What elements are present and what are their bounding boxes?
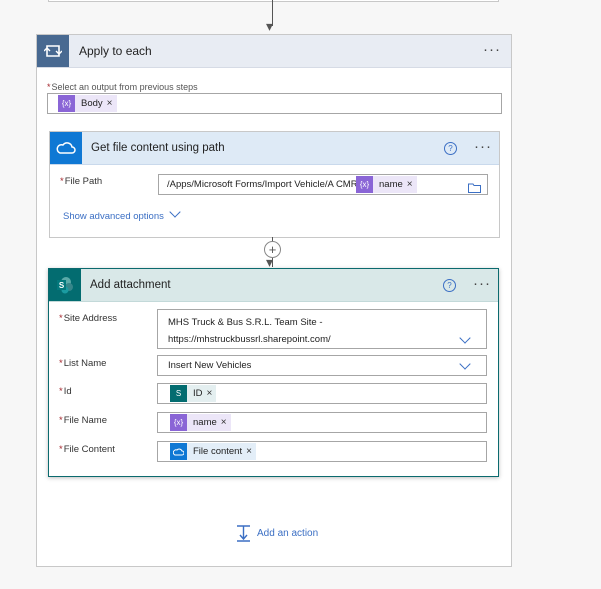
help-icon[interactable]: ? bbox=[444, 142, 457, 155]
select-output-label: *Select an output from previous steps bbox=[47, 82, 198, 92]
site-address-line1: MHS Truck & Bus S.R.L. Team Site - bbox=[168, 317, 323, 328]
list-name-label: *List Name bbox=[59, 358, 106, 369]
expression-token-icon: {x} bbox=[58, 95, 75, 112]
file-name-label-text: File Name bbox=[63, 415, 107, 426]
file-path-text: /Apps/Microsoft Forms/Import Vehicle/A C… bbox=[167, 179, 361, 190]
site-address-label: *Site Address bbox=[59, 313, 117, 324]
add-an-action-label: Add an action bbox=[257, 528, 319, 539]
file-content-label: *File Content bbox=[59, 444, 115, 455]
site-address-line2: https://mhstruckbussrl.sharepoint.com/ bbox=[168, 334, 331, 345]
id-token-label: ID bbox=[187, 385, 207, 402]
file-content-label-text: File Content bbox=[63, 444, 115, 455]
name-token[interactable]: {x} name × bbox=[356, 176, 417, 193]
site-address-dropdown[interactable]: MHS Truck & Bus S.R.L. Team Site - https… bbox=[157, 309, 487, 349]
required-marker: * bbox=[59, 358, 63, 369]
onedrive-icon bbox=[50, 132, 82, 164]
id-label: *Id bbox=[59, 386, 72, 397]
file-content-field[interactable]: File content × bbox=[157, 441, 487, 462]
apply-to-each-title: Apply to each bbox=[79, 44, 152, 58]
body-token[interactable]: {x} Body × bbox=[58, 95, 117, 112]
required-marker: * bbox=[47, 82, 51, 92]
required-marker: * bbox=[59, 313, 63, 324]
get-file-content-title: Get file content using path bbox=[91, 142, 225, 154]
file-path-field[interactable]: /Apps/Microsoft Forms/Import Vehicle/A C… bbox=[158, 174, 488, 195]
get-file-content-header[interactable]: Get file content using path ? ··· bbox=[50, 132, 499, 165]
chevron-down-icon[interactable] bbox=[459, 332, 471, 344]
loop-more-options-icon[interactable]: ··· bbox=[483, 42, 501, 57]
body-token-label: Body bbox=[75, 95, 107, 112]
list-name-dropdown[interactable]: Insert New Vehicles bbox=[157, 355, 487, 376]
remove-token-icon[interactable]: × bbox=[206, 385, 217, 402]
file-name-label: *File Name bbox=[59, 415, 107, 426]
chevron-down-icon[interactable] bbox=[459, 358, 471, 370]
add-attachment-card: S Add attachment ? ··· *Site Address MHS… bbox=[48, 268, 499, 477]
connector-arrow-icon: ▾ bbox=[266, 254, 274, 270]
sharepoint-token-icon: S bbox=[170, 385, 187, 402]
file-name-token[interactable]: {x} name × bbox=[170, 414, 231, 431]
id-field[interactable]: S ID × bbox=[157, 383, 487, 404]
add-action-icon bbox=[236, 525, 251, 547]
file-path-label: *File Path bbox=[60, 176, 102, 187]
name-token-label: name bbox=[373, 176, 407, 193]
expression-token-icon: {x} bbox=[170, 414, 187, 431]
id-label-text: Id bbox=[63, 386, 72, 397]
remove-token-icon[interactable]: × bbox=[406, 176, 417, 193]
show-advanced-options-text: Show advanced options bbox=[63, 211, 164, 222]
add-attachment-more-options-icon[interactable]: ··· bbox=[473, 276, 491, 291]
list-name-label-text: List Name bbox=[63, 358, 107, 369]
add-attachment-header[interactable]: S Add attachment ? ··· bbox=[49, 269, 498, 302]
required-marker: * bbox=[60, 176, 64, 187]
required-marker: * bbox=[59, 386, 63, 397]
file-name-field[interactable]: {x} name × bbox=[157, 412, 487, 433]
folder-picker-icon[interactable] bbox=[468, 180, 481, 198]
get-file-content-card: Get file content using path ? ··· *File … bbox=[49, 131, 500, 238]
file-path-label-text: File Path bbox=[64, 176, 103, 187]
file-name-token-label: name bbox=[187, 414, 221, 431]
file-content-token-label: File content bbox=[187, 443, 247, 460]
id-token[interactable]: S ID × bbox=[170, 385, 217, 402]
remove-token-icon[interactable]: × bbox=[246, 443, 256, 460]
apply-to-each-header[interactable]: Apply to each ··· bbox=[37, 35, 511, 68]
loop-icon bbox=[37, 35, 69, 67]
remove-token-icon[interactable]: × bbox=[106, 95, 117, 112]
connector-arrow-icon: ▾ bbox=[266, 18, 274, 34]
required-marker: * bbox=[59, 444, 63, 455]
site-address-label-text: Site Address bbox=[63, 313, 118, 324]
list-name-value: Insert New Vehicles bbox=[168, 360, 252, 371]
file-content-token[interactable]: File content × bbox=[170, 443, 256, 460]
add-attachment-title: Add attachment bbox=[90, 279, 171, 291]
select-output-field[interactable]: {x} Body × bbox=[47, 93, 502, 114]
onedrive-token-icon bbox=[170, 443, 187, 460]
previous-step-card[interactable] bbox=[48, 0, 499, 2]
remove-token-icon[interactable]: × bbox=[220, 414, 231, 431]
help-icon[interactable]: ? bbox=[443, 279, 456, 292]
svg-text:S: S bbox=[59, 281, 65, 290]
chevron-down-icon bbox=[168, 206, 181, 218]
required-marker: * bbox=[59, 415, 63, 426]
show-advanced-options-link[interactable]: Show advanced options bbox=[63, 206, 181, 222]
sharepoint-icon: S bbox=[49, 269, 81, 301]
select-output-label-text: Select an output from previous steps bbox=[51, 82, 198, 92]
expression-token-icon: {x} bbox=[356, 176, 373, 193]
get-file-more-options-icon[interactable]: ··· bbox=[474, 139, 492, 154]
